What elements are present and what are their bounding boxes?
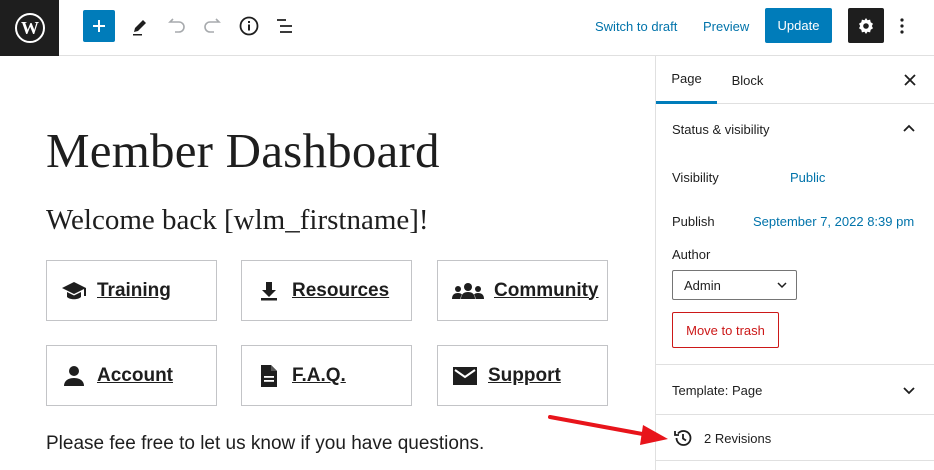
tools-button[interactable]	[126, 10, 154, 42]
info-icon	[239, 16, 259, 36]
card-account[interactable]: Account	[46, 345, 217, 406]
template-panel-toggle[interactable]: Template: Page	[672, 383, 762, 398]
card-label[interactable]: Support	[488, 365, 561, 387]
list-view-button[interactable]	[271, 10, 299, 42]
welcome-heading[interactable]: Welcome back [wlm_firstname]!	[46, 204, 429, 237]
close-sidebar-button[interactable]	[900, 70, 920, 90]
document-icon	[256, 363, 282, 389]
card-label[interactable]: Resources	[292, 280, 389, 302]
top-toolbar: W Switch to draft Preview Update	[0, 0, 934, 56]
graduation-cap-icon	[61, 278, 87, 304]
author-select[interactable]: Admin	[672, 270, 797, 300]
status-visibility-header[interactable]: Status & visibility	[672, 122, 770, 137]
card-label[interactable]: Account	[97, 365, 173, 387]
options-button[interactable]	[892, 10, 912, 42]
redo-button[interactable]	[198, 10, 226, 42]
visibility-toggle[interactable]: Public	[790, 170, 825, 185]
people-group-icon	[452, 278, 484, 304]
chevron-down-icon	[777, 282, 787, 289]
revisions-link[interactable]: 2 Revisions	[672, 426, 771, 450]
card-label[interactable]: Community	[494, 280, 599, 302]
user-icon	[61, 363, 87, 389]
card-training[interactable]: Training	[46, 260, 217, 321]
author-selected-value: Admin	[684, 277, 721, 293]
more-vertical-icon	[900, 18, 904, 34]
update-button[interactable]: Update	[765, 8, 832, 43]
tab-block[interactable]: Block	[725, 56, 770, 104]
visibility-label: Visibility	[672, 170, 719, 185]
undo-icon	[168, 18, 185, 33]
preview-button[interactable]: Preview	[703, 10, 749, 42]
card-community[interactable]: Community	[437, 260, 608, 321]
chevron-up-icon[interactable]	[901, 120, 917, 136]
switch-to-draft-button[interactable]: Switch to draft	[595, 10, 677, 42]
card-label[interactable]: F.A.Q.	[292, 365, 346, 387]
revisions-label[interactable]: 2 Revisions	[704, 431, 771, 446]
plus-icon	[93, 20, 105, 32]
author-label: Author	[672, 247, 711, 262]
wordpress-logo-icon[interactable]: W	[0, 0, 59, 56]
pencil-icon	[133, 20, 146, 36]
publish-date-toggle[interactable]: September 7, 2022 8:39 pm	[753, 214, 914, 229]
help-paragraph[interactable]: Please fee free to let us know if you ha…	[46, 433, 484, 455]
add-block-button[interactable]	[83, 10, 115, 42]
gear-icon	[859, 17, 873, 34]
settings-sidebar: Page Block Status & visibility Visibilit…	[655, 56, 934, 470]
card-faq[interactable]: F.A.Q.	[241, 345, 412, 406]
settings-button[interactable]	[848, 8, 884, 43]
redo-icon	[204, 18, 221, 33]
backup-history-icon	[674, 430, 692, 446]
envelope-icon	[452, 363, 478, 389]
editor-canvas: Member Dashboard Welcome back [wlm_first…	[0, 56, 655, 470]
details-button[interactable]	[235, 10, 263, 42]
svg-text:W: W	[21, 18, 39, 38]
divider	[656, 414, 934, 415]
publish-label: Publish	[672, 214, 715, 229]
move-to-trash-button[interactable]: Move to trash	[672, 312, 779, 348]
chevron-down-icon[interactable]	[901, 382, 917, 398]
sidebar-tabs: Page Block	[656, 56, 934, 104]
close-icon	[904, 74, 916, 86]
undo-button[interactable]	[163, 10, 191, 42]
divider	[656, 460, 934, 461]
card-resources[interactable]: Resources	[241, 260, 412, 321]
page-title[interactable]: Member Dashboard	[46, 122, 440, 179]
card-label[interactable]: Training	[97, 280, 171, 302]
divider	[656, 364, 934, 365]
list-view-icon	[277, 19, 292, 33]
download-icon	[256, 278, 282, 304]
card-support[interactable]: Support	[437, 345, 608, 406]
tab-page[interactable]: Page	[656, 56, 717, 104]
